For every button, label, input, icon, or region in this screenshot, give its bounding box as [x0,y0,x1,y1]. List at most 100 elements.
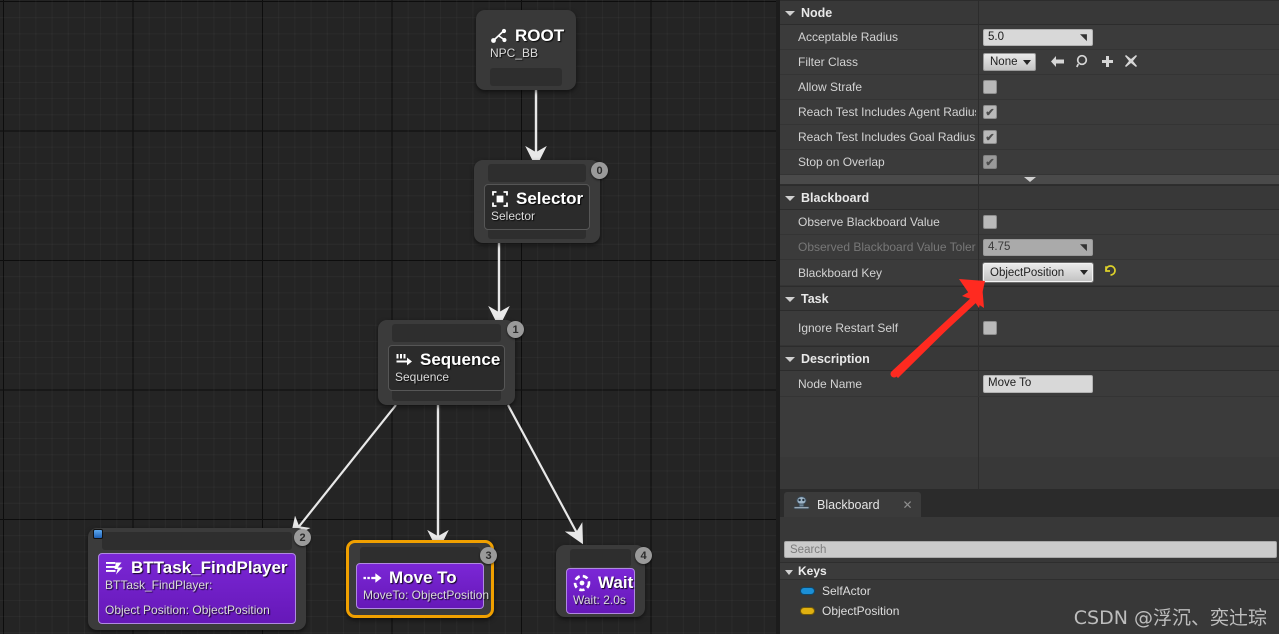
wait-decorator-slot[interactable] [570,549,631,567]
browse-icon[interactable] [1075,54,1090,70]
behavior-tree-graph-canvas[interactable]: ROOT NPC_BB 0 Selector Selector 1 Sequen… [0,0,776,634]
field-text: 4.75 [988,240,1011,253]
property-value [976,80,1279,94]
property-value: None [976,53,1279,71]
sequence-composite-icon [395,351,413,370]
double-chevron-down-icon [1023,177,1036,182]
node-index-badge: 4 [635,547,652,564]
ignore-restart-self-checkbox[interactable] [983,321,997,335]
search-placeholder: Search [790,543,827,556]
back-arrow-icon[interactable] [1050,55,1065,70]
property-row-reach-test-goal-radius[interactable]: Reach Test Includes Goal Radius ✔ [780,125,1279,150]
property-label: Filter Class [798,55,859,69]
bt-node-bttask-findplayer[interactable]: 2 BTTask_FindPlayer BTTask_FindPlayer: O… [88,528,311,630]
reach-test-goal-radius-checkbox[interactable]: ✔ [983,130,997,144]
property-row-filter-class[interactable]: Filter Class None [780,50,1279,75]
blackboard-key-dropdown[interactable]: ObjectPosition [983,263,1093,282]
chevron-down-icon [1080,270,1088,275]
key-name: ObjectPosition [822,603,900,618]
bt-node-title: ROOT [515,26,565,45]
findplayer-node-body: BTTask_FindPlayer BTTask_FindPlayer: Obj… [98,553,296,624]
blackboard-panel: Blackboard ✕ Search Keys SelfActor Objec… [780,489,1279,634]
property-row-ignore-restart-self[interactable]: Ignore Restart Self [780,311,1279,346]
add-icon[interactable] [1101,55,1114,70]
tab-label: Blackboard [817,497,880,512]
property-row-node-name[interactable]: Node Name Move To [780,371,1279,397]
property-row-acceptable-radius[interactable]: Acceptable Radius 5.0 ◥ [780,25,1279,50]
collapse-triangle-icon [785,569,793,575]
blackboard-asset-icon [793,495,810,514]
category-header-description[interactable]: Description [780,0,1279,489]
allow-strafe-checkbox[interactable] [983,80,997,94]
property-label: Blackboard Key [798,265,883,280]
reset-to-default-icon[interactable] [1104,264,1117,282]
key-name: SelfActor [822,583,871,598]
property-label: Node Name [798,376,863,391]
collapse-triangle-icon [785,297,795,302]
blueprint-node-chip [93,529,103,539]
observed-tolerance-input[interactable]: 4.75 ◥ [983,238,1093,256]
bt-node-title-row: Move To [363,568,475,588]
blackboard-search-input[interactable]: Search [784,541,1277,558]
show-more-properties-button[interactable] [780,175,1279,185]
property-label: Acceptable Radius [798,30,899,44]
property-row-observe-blackboard-value[interactable]: Observe Blackboard Value [780,210,1279,235]
close-icon[interactable]: ✕ [903,498,913,512]
observe-blackboard-value-checkbox[interactable] [983,215,997,229]
filter-class-dropdown[interactable]: None [983,53,1036,71]
property-row-allow-strafe[interactable]: Allow Strafe [780,75,1279,100]
bt-node-root[interactable]: ROOT NPC_BB [476,10,576,90]
category-label: Task [801,291,829,306]
bt-node-selector[interactable]: 0 Selector Selector [474,160,608,243]
field-text: 5.0 [988,30,1004,43]
column-divider [978,371,979,396]
bt-node-sequence[interactable]: 1 Sequence Sequence [378,320,524,405]
right-dock-area: Node Acceptable Radius 5.0 ◥ Filter Clas… [776,0,1279,634]
property-value: ✔ [976,155,1279,169]
reach-test-agent-radius-checkbox[interactable]: ✔ [983,105,997,119]
sequence-decorator-slot[interactable] [392,324,501,342]
findplayer-decorator-slot[interactable] [102,532,292,550]
stop-on-overlap-checkbox[interactable]: ✔ [983,155,997,169]
bt-node-title-row: Sequence [395,350,500,370]
selector-composite-icon [491,190,509,209]
property-row-blackboard-key[interactable]: Blackboard Key ObjectPosition [780,260,1279,286]
wait-node-body: Wait Wait: 2.0s [566,568,635,614]
blackboard-key-row-objectposition[interactable]: ObjectPosition [780,601,1279,620]
keys-section-label: Keys [798,564,827,578]
clear-icon[interactable] [1124,55,1137,69]
bt-node-title-row: Selector [491,189,583,209]
category-header-task[interactable]: Task [780,0,1279,489]
blackboard-keys-header[interactable]: Keys [780,562,1279,580]
collapse-triangle-icon [785,357,795,362]
bt-node-subtitle: MoveTo: ObjectPosition [363,588,490,602]
selector-decorator-slot[interactable] [488,164,586,182]
property-value: 4.75 ◥ [976,238,1279,256]
tab-blackboard[interactable]: Blackboard ✕ [784,492,921,517]
bt-node-wait[interactable]: 4 Wait Wait: 2.0s [556,545,652,617]
spinner-drag-icon[interactable]: ◥ [1080,32,1089,43]
bt-node-subtitle: Sequence [395,370,450,384]
acceptable-radius-input[interactable]: 5.0 ◥ [983,28,1093,46]
property-row-reach-test-agent-radius[interactable]: Reach Test Includes Agent Radius ✔ [780,100,1279,125]
bt-node-move-to[interactable]: 3 Move To MoveTo: ObjectPosition [346,540,497,618]
node-index-badge: 1 [507,321,524,338]
root-node-title-row: ROOT [490,26,564,46]
category-header-blackboard[interactable]: Blackboard [780,0,1279,489]
details-panel: Node Acceptable Radius 5.0 ◥ Filter Clas… [780,0,1279,489]
blackboard-key-row-selfactor[interactable]: SelfActor [780,581,1279,600]
property-row-stop-on-overlap[interactable]: Stop on Overlap ✔ [780,150,1279,175]
bt-node-title: BTTask_FindPlayer [131,558,288,577]
category-header-node[interactable]: Node [780,0,1279,489]
property-row-observed-blackboard-value-tolerance[interactable]: Observed Blackboard Value Toleran 4.75 ◥ [780,235,1279,260]
category-label: Description [801,351,870,366]
bt-node-subtitle: BTTask_FindPlayer: [105,578,213,592]
key-type-swatch-object [800,586,815,595]
property-value: Move To [976,374,1279,393]
spinner-drag-icon[interactable]: ◥ [1080,242,1089,253]
root-service-slot[interactable] [490,68,562,86]
property-label: Observe Blackboard Value [798,215,940,229]
key-type-swatch-vector [800,606,815,615]
bt-node-title: Wait [598,573,634,592]
node-name-input[interactable]: Move To [983,374,1093,393]
